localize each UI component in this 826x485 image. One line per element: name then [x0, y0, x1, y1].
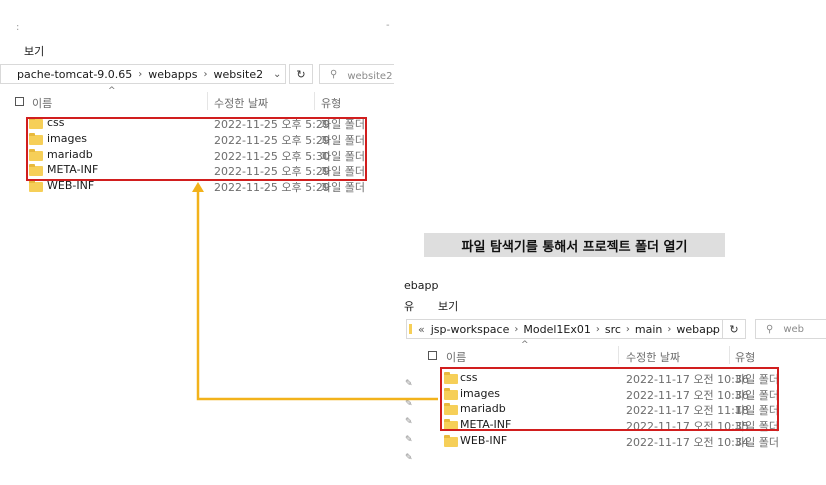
column-header-type[interactable]: 유형: [735, 349, 755, 365]
path-separator-icon: ›: [138, 68, 143, 80]
column-header-name[interactable]: 이름: [446, 349, 466, 365]
search-placeholder: website2 검: [347, 70, 394, 82]
connector-line: [196, 190, 438, 401]
highlight-box: [440, 367, 779, 431]
caption-banner: 파일 탐색기를 통해서 프로젝트 폴더 열기: [424, 233, 725, 257]
folder-icon: [444, 435, 458, 447]
select-all-checkbox[interactable]: [428, 351, 437, 360]
file-type: 파일 폴더: [735, 436, 779, 449]
menu-view[interactable]: 보기: [24, 43, 44, 59]
column-divider[interactable]: [207, 92, 208, 110]
refresh-icon: ↻: [729, 322, 739, 336]
search-icon: ⚲: [330, 68, 338, 80]
path-separator-icon: ›: [514, 323, 519, 335]
pin-icon[interactable]: ✎: [405, 435, 413, 445]
path-separator-icon: ›: [595, 323, 600, 335]
path-segment-model1ex01[interactable]: Model1Ex01: [523, 323, 590, 336]
select-all-checkbox[interactable]: [15, 97, 24, 106]
column-divider[interactable]: [729, 346, 730, 364]
explorer-window-website2: : - 보기 pache-tomcat-9.0.65 › webapps › w…: [0, 0, 394, 200]
explorer-window-webapp: ebapp 유 보기 « jsp-workspace › Model1Ex01 …: [404, 270, 826, 485]
menu-fragment[interactable]: 유: [404, 298, 414, 314]
search-box[interactable]: ⚲ website2 검: [319, 64, 394, 84]
path-segment-tomcat[interactable]: pache-tomcat-9.0.65: [17, 68, 132, 81]
column-header-date[interactable]: 수정한 날짜: [626, 349, 680, 365]
pin-icon[interactable]: ✎: [405, 379, 413, 389]
column-header-name[interactable]: 이름: [32, 95, 52, 111]
column-divider[interactable]: [618, 346, 619, 364]
sort-up-icon: ^: [108, 86, 116, 96]
search-box[interactable]: ⚲ web: [755, 319, 826, 339]
sort-up-icon: ^: [521, 340, 529, 350]
file-type: 파일 폴더: [321, 181, 365, 194]
path-segment-main[interactable]: main: [635, 323, 662, 336]
address-bar[interactable]: pache-tomcat-9.0.65 › webapps › website2…: [0, 64, 286, 84]
path-segment-webapps[interactable]: webapps: [148, 68, 197, 81]
highlight-box: [26, 117, 367, 181]
path-overflow-icon[interactable]: «: [418, 323, 425, 336]
column-header-date[interactable]: 수정한 날짜: [214, 95, 268, 111]
search-icon: ⚲: [766, 323, 774, 335]
pin-icon[interactable]: ✎: [405, 453, 413, 463]
refresh-button[interactable]: ↻: [289, 64, 313, 84]
refresh-icon: ↻: [296, 67, 306, 81]
file-name[interactable]: WEB-INF: [460, 434, 507, 447]
window-control-fragment[interactable]: -: [386, 20, 390, 31]
file-date: 2022-11-25 오후 5:29: [214, 181, 330, 194]
folder-icon: [29, 180, 43, 192]
column-divider[interactable]: [314, 92, 315, 110]
chevron-down-icon[interactable]: ⌄: [273, 69, 281, 80]
column-header-type[interactable]: 유형: [321, 95, 341, 111]
path-segment-jsp-workspace[interactable]: jsp-workspace: [431, 323, 510, 336]
search-placeholder: web: [783, 323, 805, 335]
path-segment-website2[interactable]: website2: [213, 68, 263, 81]
path-separator-icon: ›: [203, 68, 208, 80]
refresh-button[interactable]: ↻: [722, 319, 746, 339]
menu-view[interactable]: 보기: [438, 298, 458, 314]
address-bar[interactable]: « jsp-workspace › Model1Ex01 › src › mai…: [406, 319, 724, 339]
window-title-fragment: ebapp: [404, 279, 439, 292]
file-date: 2022-11-17 오전 10:34: [626, 436, 749, 449]
pin-icon[interactable]: ✎: [405, 399, 413, 409]
path-separator-icon: ›: [667, 323, 672, 335]
chevron-down-icon[interactable]: ⌄: [709, 324, 717, 335]
path-segment-src[interactable]: src: [605, 323, 621, 336]
pin-icon[interactable]: ✎: [405, 417, 413, 427]
folder-icon: [409, 324, 412, 334]
window-title-fragment: :: [16, 22, 20, 33]
path-separator-icon: ›: [625, 323, 630, 335]
